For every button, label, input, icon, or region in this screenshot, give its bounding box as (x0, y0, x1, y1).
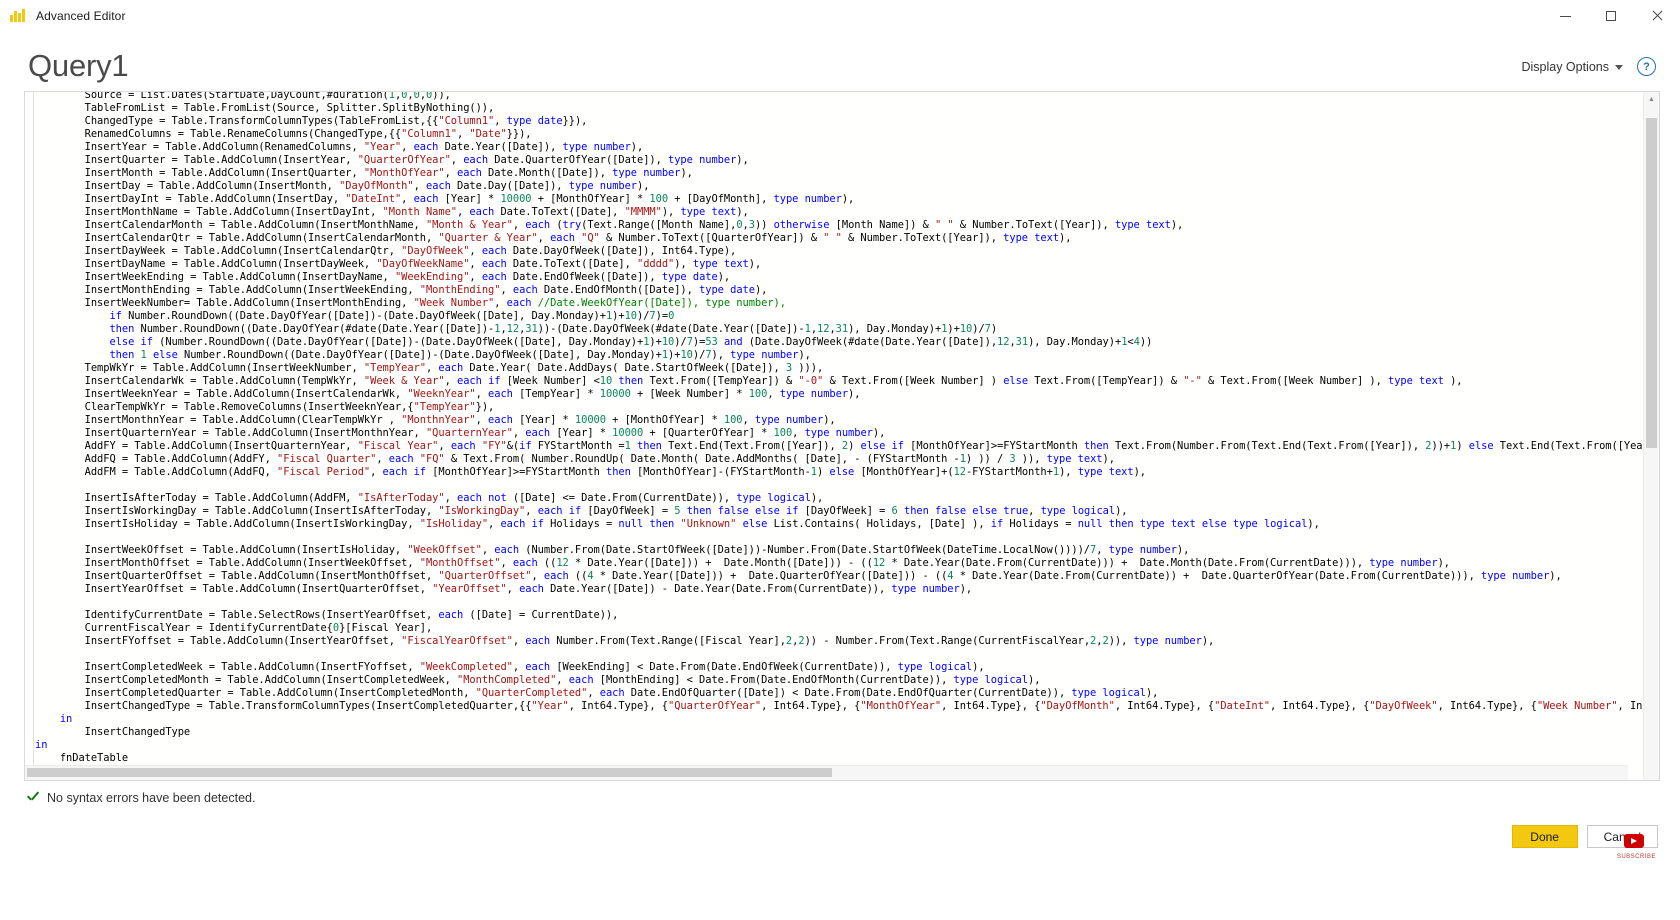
minimize-icon (1559, 15, 1571, 17)
status-message: No syntax errors have been detected. (47, 791, 256, 805)
power-bi-icon (10, 8, 28, 24)
horizontal-scrollbar[interactable] (25, 765, 1628, 780)
vertical-scrollbar[interactable]: ▲ (1643, 92, 1659, 780)
maximize-icon (1606, 11, 1616, 21)
done-button[interactable]: Done (1511, 825, 1578, 848)
help-icon[interactable]: ? (1637, 57, 1656, 76)
code-area[interactable]: DayCount = Duration.Days(Duration.From(#… (25, 92, 1643, 780)
close-icon (1651, 10, 1663, 22)
advanced-editor-window: Advanced Editor Query1 Display Options ?… (0, 0, 1680, 920)
horizontal-scroll-thumb[interactable] (27, 768, 832, 777)
chevron-down-icon (1615, 65, 1623, 70)
code-editor[interactable]: DayCount = Duration.Days(Duration.From(#… (24, 91, 1660, 781)
editor-header: Query1 Display Options ? (0, 33, 1680, 81)
vertical-scroll-thumb[interactable] (1646, 118, 1657, 448)
display-options-dropdown[interactable]: Display Options (1521, 60, 1623, 74)
subscribe-play-icon (1624, 834, 1644, 848)
cancel-button[interactable]: Cancel (1586, 825, 1658, 848)
m-code-text[interactable]: DayCount = Duration.Days(Duration.From(#… (35, 92, 1643, 765)
display-options-label: Display Options (1521, 59, 1609, 74)
window-title: Advanced Editor (36, 9, 126, 23)
editor-gutter (25, 92, 34, 780)
maximize-button[interactable] (1588, 0, 1634, 32)
header-actions: Display Options ? (1521, 57, 1656, 81)
close-button[interactable] (1634, 0, 1680, 32)
subscribe-label: SUBSCRIBE (1616, 854, 1656, 860)
scroll-up-icon[interactable]: ▲ (1644, 92, 1659, 107)
page-title: Query1 (28, 48, 129, 83)
checkmark-icon (26, 791, 40, 805)
status-bar: No syntax errors have been detected. (26, 791, 1680, 805)
title-bar: Advanced Editor (0, 0, 1680, 33)
dialog-footer: Done Cancel (0, 805, 1680, 920)
minimize-button[interactable] (1542, 0, 1588, 32)
